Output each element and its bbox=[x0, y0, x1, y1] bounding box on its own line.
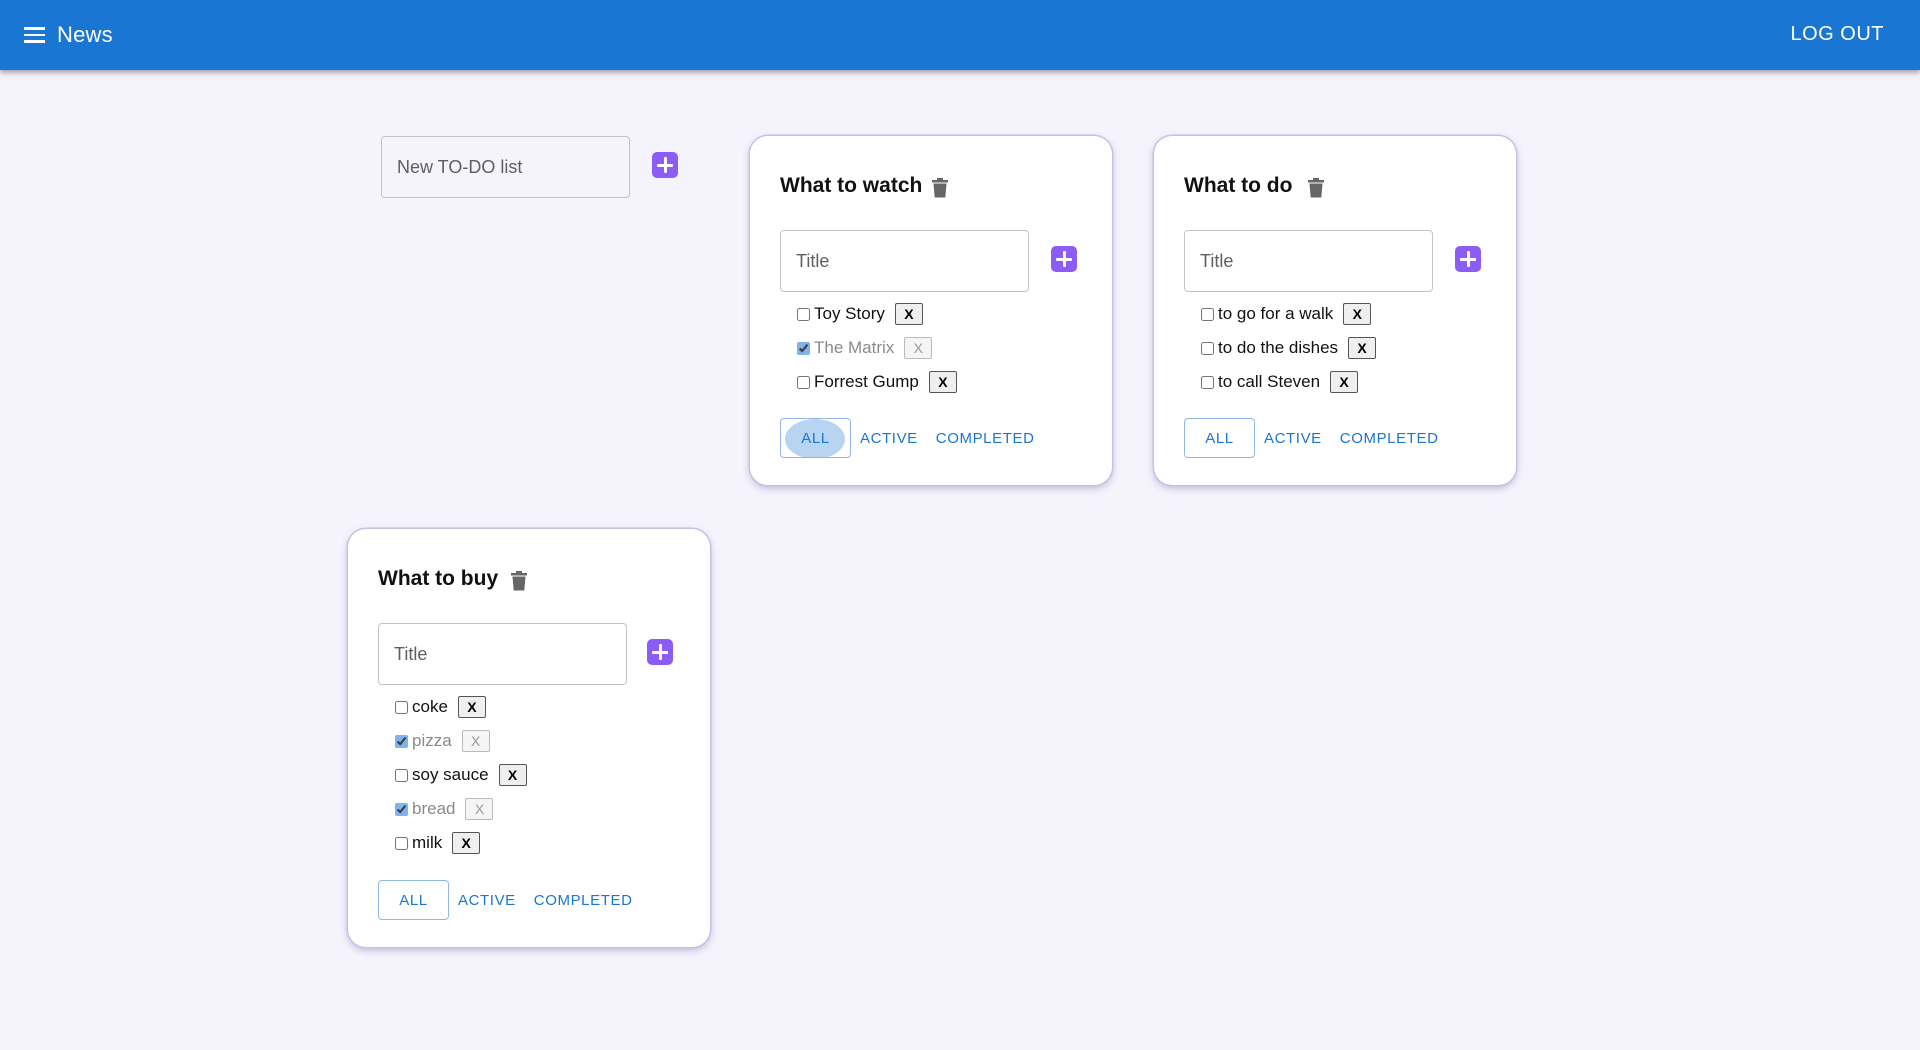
task-checkbox[interactable] bbox=[395, 802, 408, 816]
task-title-input[interactable] bbox=[1184, 230, 1433, 292]
task-item: soy sauce X bbox=[395, 763, 527, 787]
task-checkbox[interactable] bbox=[797, 307, 810, 321]
list-title: What to do bbox=[1184, 174, 1293, 197]
delete-task-button[interactable]: X bbox=[452, 832, 481, 854]
task-label: to go for a walk bbox=[1218, 304, 1334, 323]
delete-task-button[interactable]: X bbox=[465, 798, 494, 820]
add-task-button[interactable] bbox=[1455, 246, 1481, 272]
task-title-input[interactable] bbox=[780, 230, 1029, 292]
todo-list-card: What to do to go for a walk X to do the … bbox=[1154, 136, 1516, 485]
task-label: The Matrix bbox=[814, 338, 895, 357]
logout-button[interactable]: LOG OUT bbox=[1790, 23, 1884, 46]
app-title: News bbox=[57, 22, 113, 47]
task-item: to call Steven X bbox=[1201, 370, 1359, 394]
filter-all-button[interactable]: ALL bbox=[780, 418, 851, 458]
task-checkbox[interactable] bbox=[395, 836, 408, 850]
delete-task-button[interactable]: X bbox=[1330, 371, 1359, 393]
task-label: Forrest Gump bbox=[814, 372, 919, 391]
delete-task-button[interactable]: X bbox=[498, 764, 527, 786]
task-checkbox[interactable] bbox=[1201, 341, 1214, 355]
filter-group: ALL ACTIVE COMPLETED bbox=[1184, 418, 1448, 458]
list-title: What to watch bbox=[780, 174, 923, 197]
task-label: coke bbox=[412, 697, 448, 716]
task-label: Toy Story bbox=[814, 304, 885, 323]
task-checkbox[interactable] bbox=[395, 768, 408, 782]
task-checkbox[interactable] bbox=[395, 700, 408, 714]
task-item: coke X bbox=[395, 695, 486, 719]
delete-task-button[interactable]: X bbox=[461, 730, 490, 752]
todo-list-card: What to buy coke X pizza X soy sauce X b… bbox=[348, 529, 710, 947]
task-item: to do the dishes X bbox=[1201, 336, 1377, 360]
delete-task-button[interactable]: X bbox=[1343, 303, 1372, 325]
trash-icon[interactable] bbox=[1308, 178, 1324, 198]
delete-task-button[interactable]: X bbox=[1348, 337, 1377, 359]
task-label: to call Steven bbox=[1218, 372, 1321, 391]
task-item: pizza X bbox=[395, 729, 490, 753]
add-list-button[interactable] bbox=[652, 152, 678, 178]
filter-group: ALL ACTIVE COMPLETED bbox=[378, 880, 642, 920]
task-label: bread bbox=[412, 799, 456, 818]
task-item: bread X bbox=[395, 797, 494, 821]
task-checkbox[interactable] bbox=[797, 341, 810, 355]
filter-completed-button[interactable]: COMPLETED bbox=[1331, 418, 1448, 458]
filter-completed-button[interactable]: COMPLETED bbox=[927, 418, 1044, 458]
add-task-button[interactable] bbox=[647, 639, 673, 665]
delete-task-button[interactable]: X bbox=[457, 696, 486, 718]
task-checkbox[interactable] bbox=[797, 375, 810, 389]
trash-icon[interactable] bbox=[932, 178, 948, 198]
task-item: milk X bbox=[395, 831, 481, 855]
trash-icon[interactable] bbox=[511, 571, 527, 591]
task-label: soy sauce bbox=[412, 765, 489, 784]
filter-active-button[interactable]: ACTIVE bbox=[449, 880, 525, 920]
list-title: What to buy bbox=[378, 567, 499, 590]
filter-all-button[interactable]: ALL bbox=[378, 880, 449, 920]
task-checkbox[interactable] bbox=[1201, 307, 1214, 321]
delete-task-button[interactable]: X bbox=[894, 303, 923, 325]
task-label: milk bbox=[412, 833, 443, 852]
task-item: Toy Story X bbox=[797, 302, 923, 326]
delete-task-button[interactable]: X bbox=[904, 337, 933, 359]
task-label: to do the dishes bbox=[1218, 338, 1339, 357]
task-checkbox[interactable] bbox=[395, 734, 408, 748]
task-item: to go for a walk X bbox=[1201, 302, 1372, 326]
add-task-button[interactable] bbox=[1051, 246, 1077, 272]
task-title-input[interactable] bbox=[378, 623, 627, 685]
app-bar: News LOG OUT bbox=[0, 0, 1920, 70]
task-checkbox[interactable] bbox=[1201, 375, 1214, 389]
filter-completed-button[interactable]: COMPLETED bbox=[525, 880, 642, 920]
todo-list-card: What to watch Toy Story X The Matrix X F… bbox=[750, 136, 1112, 485]
task-label: pizza bbox=[412, 731, 452, 750]
filter-active-button[interactable]: ACTIVE bbox=[851, 418, 927, 458]
filter-all-button[interactable]: ALL bbox=[1184, 418, 1255, 458]
new-list-input[interactable] bbox=[381, 136, 630, 198]
menu-icon[interactable] bbox=[24, 24, 46, 46]
filter-group: ALL ACTIVE COMPLETED bbox=[780, 418, 1044, 458]
filter-active-button[interactable]: ACTIVE bbox=[1255, 418, 1331, 458]
delete-task-button[interactable]: X bbox=[928, 371, 957, 393]
task-item: The Matrix X bbox=[797, 336, 933, 360]
task-item: Forrest Gump X bbox=[797, 370, 957, 394]
